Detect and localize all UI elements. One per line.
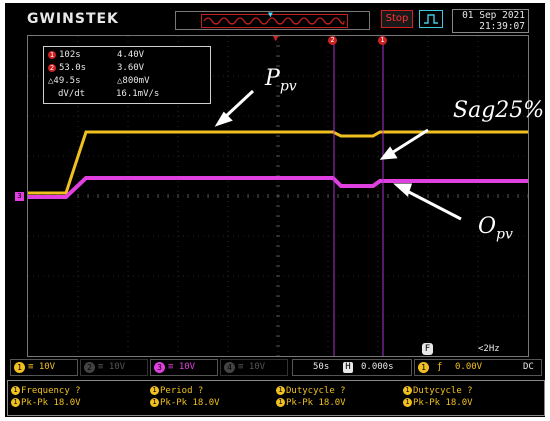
waveform-overview[interactable]: ▼: [175, 10, 370, 30]
trigger-level: 0.00V: [455, 362, 483, 372]
meas-row: △49.5s △800mV: [48, 76, 150, 86]
run-stop-button[interactable]: Stop: [381, 10, 413, 28]
date-time-display: 01 Sep 2021 21:39:07: [452, 9, 529, 33]
timebase-box[interactable]: 50s H 0.000s: [292, 359, 412, 376]
overview-window: [201, 14, 348, 28]
cursor-1-marker[interactable]: 1: [378, 36, 387, 45]
brand-logo: GWINSTEK: [27, 11, 119, 27]
header-bar: GWINSTEK ▼ Stop 01 Sep 2021 21:39:07: [5, 3, 545, 33]
cursor-measurement-box: 1 102s 4.40V 2 53.0s 3.60V △49.5s △800mV dV/d…: [43, 46, 211, 104]
auto-measurement-panel: 1 Frequency ? 1 Pk-Pk 18.0V 1 Period ? 1 Pk-…: [7, 380, 545, 416]
trigger-position-icon: ▼: [273, 34, 279, 44]
cursor-1-icon: 1: [48, 50, 56, 59]
ppv-label: Ppv: [265, 66, 297, 95]
trigger-coupling: DC: [523, 362, 534, 372]
ch1-scale-box[interactable]: 1 ≡ 10V: [10, 359, 78, 376]
cursor-2-marker[interactable]: 2: [328, 36, 337, 45]
h-position-icon: H: [343, 362, 353, 373]
ch3-ground-marker[interactable]: 3: [15, 192, 24, 201]
trigger-mode-icon[interactable]: [419, 10, 443, 28]
cursor-2-icon: 2: [48, 63, 56, 72]
ppv-arrow: [222, 89, 255, 120]
ch2-scale-box[interactable]: 2 ≡ 10V: [80, 359, 148, 376]
time-text: 21:39:07: [479, 21, 525, 32]
oscilloscope-screen: GWINSTEK ▼ Stop 01 Sep 2021 21:39:07 Ppv…: [5, 3, 545, 417]
timebase-position: 0.000s: [361, 362, 394, 372]
measure-slot-2[interactable]: 1 Period ? 1 Pk-Pk 18.0V: [150, 385, 220, 409]
opv-arrow: [402, 187, 462, 221]
meas-row: 1 102s 4.40V: [48, 50, 145, 60]
timebase-scale: 50s: [313, 362, 330, 372]
ch4-scale-box[interactable]: 4 ≡ 10V: [220, 359, 288, 376]
sag-label: Sag25%: [453, 98, 545, 123]
freq-value: <2Hz: [478, 344, 500, 354]
meas-row: dV/dt 16.1mV/s: [58, 89, 160, 99]
trigger-slope-icon: ƒ: [437, 362, 443, 372]
measure-slot-3[interactable]: 1 Dutycycle ? 1 Pk-Pk 18.0V: [276, 385, 346, 409]
meas-row: 2 53.0s 3.60V: [48, 63, 145, 73]
opv-label: Opv: [478, 214, 513, 243]
date-text: 01 Sep 2021: [462, 10, 525, 21]
ch3-scale-box[interactable]: 3 ≡ 10V: [150, 359, 218, 376]
freq-f-icon: F: [422, 343, 433, 355]
trigger-box[interactable]: 1 ƒ 0.00V DC: [414, 359, 542, 376]
frequency-indicator: F <2Hz: [422, 343, 522, 355]
channel-status-bar: 1 ≡ 10V 2 ≡ 10V 3 ≡ 10V 4 ≡ 10V 50s H 0.000s…: [10, 359, 542, 376]
sag-arrow: [389, 128, 429, 156]
measure-slot-1[interactable]: 1 Frequency ? 1 Pk-Pk 18.0V: [11, 385, 81, 409]
measure-slot-4[interactable]: 1 Dutycycle ? 1 Pk-Pk 18.0V: [403, 385, 473, 409]
trigger-marker-icon: ▼: [268, 10, 273, 19]
